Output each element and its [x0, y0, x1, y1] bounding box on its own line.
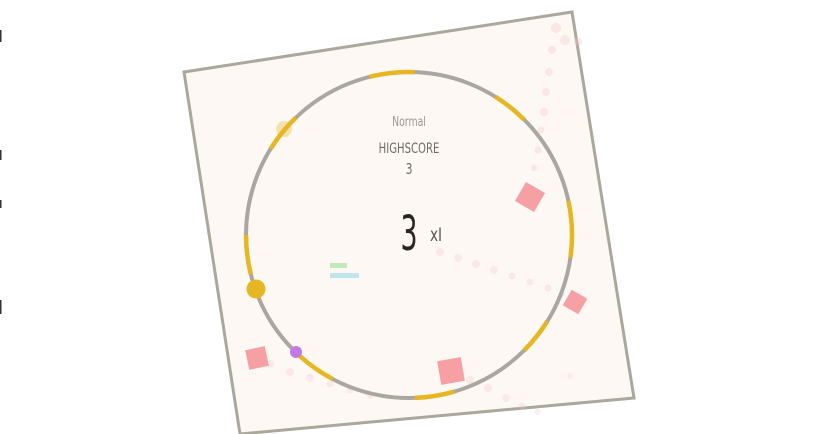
hazard-square: [437, 357, 465, 385]
game-screen[interactable]: Normal HIGHSCORE 3 3 xI: [0, 0, 815, 434]
highscore-label: HIGHSCORE: [378, 141, 440, 157]
highscore-value: 3: [405, 160, 413, 178]
player-orb[interactable]: [246, 279, 266, 299]
enemy-dot: [290, 346, 302, 358]
hazard-square: [245, 346, 269, 370]
faded-orb: [276, 121, 292, 137]
powerup-green[interactable]: [330, 263, 347, 268]
game-mode-label: Normal: [392, 115, 426, 130]
powerup-cyan[interactable]: [330, 273, 359, 278]
score-value: 3: [400, 206, 418, 262]
multiplier-value: xI: [429, 224, 443, 246]
